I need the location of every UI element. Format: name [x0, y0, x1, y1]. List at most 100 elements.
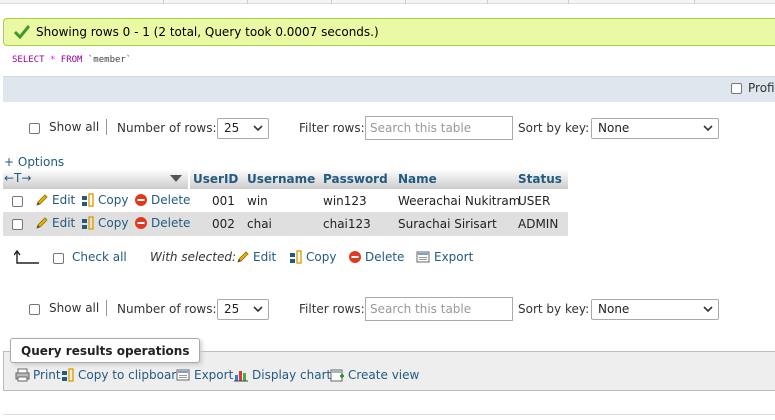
delete-icon	[349, 251, 361, 263]
separator	[106, 119, 107, 135]
print-link[interactable]: Print	[15, 368, 61, 382]
column-header-userid[interactable]: UserID	[193, 172, 238, 186]
show-all-label-top: Show all	[49, 120, 100, 134]
sort-by-key-select-bottom[interactable]: None	[591, 299, 719, 320]
separator	[106, 300, 107, 316]
bulk-delete-link[interactable]: Delete	[348, 250, 404, 264]
dropdown-arrow-icon	[703, 306, 713, 313]
dropdown-arrow-icon	[703, 125, 713, 132]
delete-icon	[135, 194, 147, 206]
bulk-edit-link[interactable]: Edit	[236, 250, 276, 264]
options-link[interactable]: + Options	[4, 155, 64, 169]
cell-userid: 001	[212, 194, 235, 208]
copy-icon	[290, 250, 302, 264]
export-label: Export	[194, 368, 234, 382]
success-check-icon	[14, 25, 30, 39]
create-view-label: Create view	[348, 368, 420, 382]
delete-icon	[135, 217, 147, 229]
row-copy-link[interactable]: Copy	[81, 216, 128, 230]
row-copy-link[interactable]: Copy	[81, 193, 128, 207]
print-icon	[15, 368, 30, 382]
filter-rows-placeholder-bottom: Search this table	[370, 302, 472, 316]
arrow-up-left-icon	[14, 250, 39, 264]
cell-password: chai123	[323, 217, 371, 231]
dropdown-arrow-icon	[253, 125, 263, 132]
cell-password: win123	[323, 194, 367, 208]
number-of-rows-select-bottom[interactable]: 25	[217, 299, 269, 320]
check-all-label[interactable]: Check all	[72, 250, 127, 264]
filter-rows-label-top: Filter rows:	[299, 121, 365, 135]
sql-query[interactable]: SELECT * FROM `member`	[12, 55, 131, 65]
cell-username: chai	[247, 217, 272, 231]
pencil-icon	[36, 217, 48, 229]
column-header-password[interactable]: Password	[323, 172, 388, 186]
profiling-label: Profiling	[748, 81, 775, 95]
column-header-name[interactable]: Name	[398, 172, 437, 186]
row-delete-label: Delete	[151, 193, 191, 207]
column-header-username[interactable]: Username	[247, 172, 315, 186]
with-selected-label: With selected:	[150, 250, 237, 264]
export-icon	[176, 369, 190, 381]
cell-name: Surachai Sirisart	[398, 217, 497, 231]
sort-by-key-select-top[interactable]: None	[591, 118, 719, 139]
number-of-rows-value-bottom: 25	[224, 302, 240, 316]
row-edit-link[interactable]: Edit	[35, 193, 75, 207]
display-chart-link[interactable]: Display chart	[234, 368, 331, 382]
create-view-link[interactable]: Create view	[330, 368, 419, 382]
bulk-export-link[interactable]: Export	[416, 250, 473, 264]
filter-rows-input-bottom[interactable]: Search this table	[365, 297, 513, 321]
sql-star: *	[49, 55, 56, 65]
profiling-bar	[3, 76, 775, 102]
column-resize-arrows[interactable]: ←T→	[4, 171, 31, 185]
row-edit-label: Edit	[52, 193, 76, 207]
success-message-text: Showing rows 0 - 1 (2 total, Query took …	[36, 25, 379, 39]
export-icon	[416, 251, 430, 263]
sort-by-key-value-top: None	[598, 121, 630, 135]
number-of-rows-label-bottom: Number of rows:	[117, 302, 217, 316]
row-edit-link[interactable]: Edit	[35, 216, 75, 230]
dropdown-arrow-icon	[253, 306, 263, 313]
row-checkbox[interactable]	[12, 196, 23, 207]
show-all-checkbox-bottom[interactable]	[29, 304, 40, 315]
filter-rows-input-top[interactable]: Search this table	[365, 116, 513, 140]
sql-keyword-from: FROM	[60, 55, 83, 65]
sql-keyword-select: SELECT	[12, 55, 45, 65]
column-visibility-dropdown-icon[interactable]	[170, 174, 182, 183]
export-link[interactable]: Export	[176, 368, 233, 382]
sql-table-name: `member`	[87, 55, 132, 65]
row-delete-link[interactable]: Delete	[134, 216, 190, 230]
copy-to-clipboard-label: Copy to clipboard	[78, 368, 184, 382]
print-label: Print	[33, 368, 61, 382]
column-header-status[interactable]: Status	[518, 172, 562, 186]
chart-icon	[234, 371, 248, 382]
query-results-operations-legend: Query results operations	[10, 338, 201, 363]
row-delete-link[interactable]: Delete	[134, 193, 190, 207]
sort-by-key-value-bottom: None	[598, 302, 630, 316]
row-copy-label: Copy	[98, 193, 129, 207]
row-checkbox[interactable]	[12, 219, 23, 230]
cell-status: USER	[518, 194, 551, 208]
sort-by-key-label-bottom: Sort by key:	[518, 302, 590, 316]
number-of-rows-value-top: 25	[224, 121, 240, 135]
success-message: Showing rows 0 - 1 (2 total, Query took …	[3, 18, 775, 46]
display-chart-label: Display chart	[252, 368, 332, 382]
show-all-checkbox-top[interactable]	[29, 123, 40, 134]
create-view-icon	[330, 369, 344, 382]
profiling-checkbox[interactable]	[731, 83, 742, 94]
sort-by-key-label-top: Sort by key:	[518, 121, 590, 135]
row-copy-label: Copy	[98, 216, 129, 230]
filter-rows-placeholder-top: Search this table	[370, 121, 472, 135]
row-edit-label: Edit	[52, 216, 76, 230]
bulk-copy-link[interactable]: Copy	[289, 250, 336, 264]
bulk-export-label: Export	[434, 250, 474, 264]
cell-status: ADMIN	[518, 217, 559, 231]
bottom-divider	[3, 414, 775, 415]
check-all-checkbox[interactable]	[53, 253, 64, 264]
copy-to-clipboard-link[interactable]: Copy to clipboard	[61, 368, 184, 382]
copy-icon	[62, 368, 74, 382]
number-of-rows-select-top[interactable]: 25	[217, 118, 269, 139]
filter-rows-label-bottom: Filter rows:	[299, 302, 365, 316]
show-all-label-bottom: Show all	[49, 301, 100, 315]
top-tab-strip	[0, 0, 775, 4]
row-delete-label: Delete	[151, 216, 191, 230]
